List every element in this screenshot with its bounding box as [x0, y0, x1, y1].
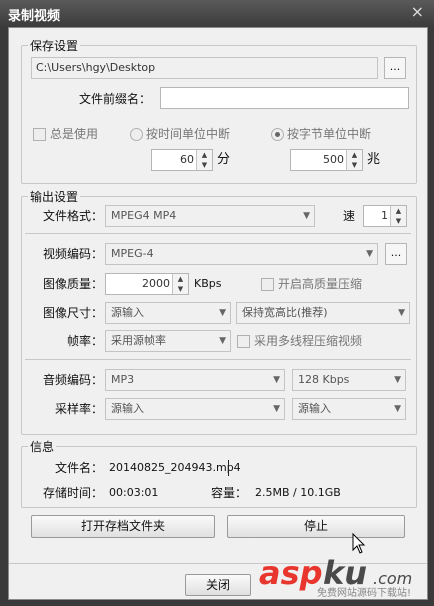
- divider: [25, 233, 411, 234]
- info-legend: 信息: [28, 438, 57, 455]
- multithread-check-box[interactable]: [237, 335, 250, 348]
- chevron-down-icon: ▼: [273, 404, 280, 414]
- bytes-spinner[interactable]: 500 ▲ ▼: [290, 149, 363, 171]
- multithread-checkbox[interactable]: 采用多线程压缩视频: [237, 331, 407, 351]
- capacity-label: 容量：: [211, 486, 248, 500]
- filename-value: 20140825_204943.mp4: [109, 461, 241, 474]
- always-use-label: 总是使用: [50, 127, 99, 141]
- audio-codec-select[interactable]: MP3 ▼: [105, 369, 285, 391]
- frame-rate-label: 帧率：: [66, 334, 103, 348]
- time-spinner-arrows[interactable]: ▲ ▼: [196, 150, 212, 170]
- close-icon[interactable]: ×: [411, 2, 424, 22]
- by-time-radio-dot[interactable]: [130, 128, 143, 141]
- open-folder-button[interactable]: 打开存档文件夹: [31, 515, 215, 538]
- svg-text:ku: ku: [323, 554, 367, 592]
- storage-time-value: 00:03:01: [109, 486, 159, 499]
- text-caret: [228, 460, 229, 476]
- time-spinner[interactable]: 60 ▲ ▼: [151, 149, 213, 171]
- frame-rate-value: 采用源帧率: [111, 334, 166, 347]
- sample-rate-label: 采样率：: [54, 402, 103, 416]
- browse-path-button[interactable]: ...: [384, 57, 406, 79]
- file-prefix-label: 文件前缀名：: [78, 92, 151, 106]
- svg-text:.com: .com: [373, 569, 412, 588]
- filename-label: 文件名：: [54, 461, 103, 475]
- storage-time-label: 存储时间：: [42, 486, 103, 500]
- chevron-down-icon: ▼: [303, 211, 310, 221]
- channel-value: 源输入: [298, 402, 331, 415]
- bytes-spinner-value: 500: [323, 153, 344, 166]
- file-format-label: 文件格式：: [42, 209, 103, 223]
- high-quality-label: 开启高质量压缩: [278, 277, 363, 291]
- by-time-radio[interactable]: 按时间单位中断: [130, 124, 270, 144]
- by-bytes-radio[interactable]: 按字节单位中断: [271, 124, 411, 144]
- speed-label: 速: [343, 209, 356, 223]
- chevron-down-icon: ▼: [273, 375, 280, 385]
- video-codec-options-button[interactable]: ...: [385, 243, 407, 265]
- svg-text:asp: asp: [259, 554, 323, 592]
- video-codec-select[interactable]: MPEG-4 ▼: [105, 243, 378, 265]
- quality-spinner[interactable]: 2000 ▲ ▼: [105, 273, 189, 295]
- stop-button[interactable]: 停止: [227, 515, 405, 538]
- image-size-label: 图像尺寸：: [42, 306, 103, 320]
- high-quality-checkbox[interactable]: 开启高质量压缩: [261, 274, 411, 294]
- chevron-down-icon: ▼: [366, 249, 373, 259]
- by-bytes-radio-dot[interactable]: [271, 128, 284, 141]
- aspect-ratio-value: 保持宽高比(推荐): [242, 306, 328, 319]
- by-bytes-label: 按字节单位中断: [287, 127, 372, 141]
- output-settings-legend: 输出设置: [28, 188, 81, 205]
- audio-bitrate-select[interactable]: 128 Kbps ▼: [292, 369, 406, 391]
- chevron-down-icon: ▼: [219, 336, 226, 346]
- image-size-value: 源输入: [111, 306, 144, 319]
- divider: [25, 359, 411, 360]
- file-format-select[interactable]: MPEG4 MP4 ▼: [105, 205, 315, 227]
- bytes-unit-label: 兆: [367, 152, 381, 167]
- quality-label: 图像质量：: [42, 277, 103, 291]
- title-bar: 录制视频 ×: [0, 0, 434, 27]
- dialog-body: 保存设置 C:\Users\hgy\Desktop ... 文件前缀名： 总是使…: [8, 27, 428, 600]
- channel-select[interactable]: 源输入 ▼: [292, 398, 406, 420]
- speed-spinner[interactable]: 1 ▲ ▼: [363, 205, 407, 227]
- save-path-field[interactable]: C:\Users\hgy\Desktop: [31, 57, 378, 79]
- file-format-value: MPEG4 MP4: [111, 209, 177, 222]
- aspect-ratio-select[interactable]: 保持宽高比(推荐) ▼: [236, 302, 410, 324]
- time-spinner-value: 60: [180, 153, 194, 166]
- svg-text:免费网站源码下载站!: 免费网站源码下载站!: [317, 586, 411, 598]
- video-codec-value: MPEG-4: [111, 247, 154, 260]
- aspku-watermark-logo: asp ku .com 免费网站源码下载站!: [259, 554, 412, 598]
- audio-bitrate-value: 128 Kbps: [298, 373, 350, 386]
- chevron-down-icon: ▼: [398, 308, 405, 318]
- speed-spinner-value: 1: [381, 209, 388, 222]
- video-codec-label: 视频编码：: [42, 247, 103, 261]
- chevron-down-icon: ▼: [394, 404, 401, 414]
- window-title: 录制视频: [8, 9, 61, 24]
- high-quality-check-box[interactable]: [261, 278, 274, 291]
- file-prefix-input[interactable]: [160, 87, 409, 109]
- quality-unit-label: KBps: [194, 277, 222, 290]
- always-use-check-box[interactable]: [33, 128, 46, 141]
- sample-rate-value: 源输入: [111, 402, 144, 415]
- speed-spinner-arrows[interactable]: ▲ ▼: [390, 206, 406, 226]
- frame-rate-select[interactable]: 采用源帧率 ▼: [105, 330, 231, 352]
- save-settings-legend: 保存设置: [28, 37, 81, 54]
- chevron-down-icon: ▼: [394, 375, 401, 385]
- bytes-spinner-arrows[interactable]: ▲ ▼: [346, 150, 362, 170]
- audio-codec-value: MP3: [111, 373, 135, 386]
- quality-spinner-arrows[interactable]: ▲ ▼: [172, 274, 188, 294]
- capacity-value: 2.5MB / 10.1GB: [255, 486, 341, 499]
- time-unit-label: 分: [217, 152, 231, 167]
- close-button[interactable]: 关闭: [185, 574, 251, 596]
- multithread-label: 采用多线程压缩视频: [254, 334, 363, 348]
- always-use-checkbox[interactable]: 总是使用: [33, 124, 123, 144]
- audio-codec-label: 音频编码：: [42, 373, 103, 387]
- chevron-down-icon: ▼: [219, 308, 226, 318]
- image-size-select[interactable]: 源输入 ▼: [105, 302, 231, 324]
- by-time-label: 按时间单位中断: [146, 127, 231, 141]
- quality-spinner-value: 2000: [142, 277, 170, 290]
- sample-rate-select[interactable]: 源输入 ▼: [105, 398, 285, 420]
